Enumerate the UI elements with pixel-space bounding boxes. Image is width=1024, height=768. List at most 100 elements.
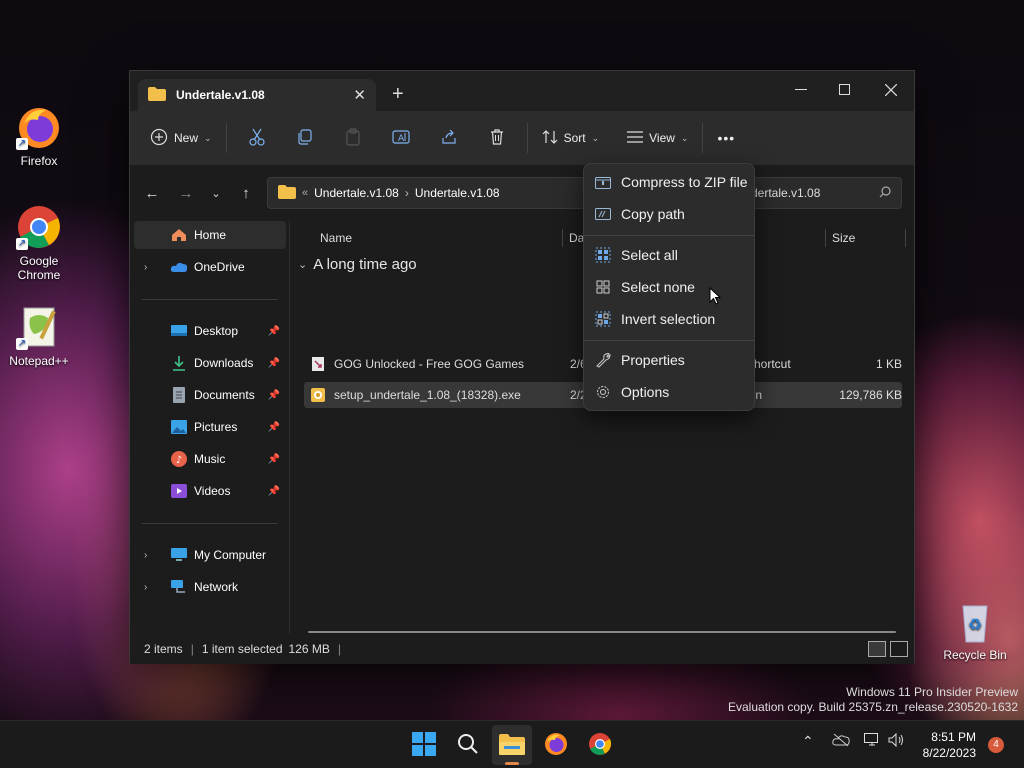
- search-icon: [457, 733, 479, 758]
- start-button[interactable]: [404, 725, 444, 765]
- pin-icon[interactable]: 📌: [268, 422, 280, 433]
- delete-button[interactable]: [473, 121, 521, 155]
- view-button[interactable]: View ⌄: [619, 121, 696, 155]
- sort-button[interactable]: Sort ⌄: [534, 121, 608, 155]
- sidebar-item-downloads[interactable]: Downloads 📌: [134, 349, 286, 377]
- desktop-icon-recycle-bin[interactable]: ♻ Recycle Bin: [938, 598, 1012, 662]
- tiles-view-toggle[interactable]: [890, 641, 908, 657]
- arrow-up-icon: ↑: [242, 184, 250, 202]
- sidebar-item-my-computer[interactable]: › My Computer: [134, 541, 286, 569]
- sidebar-item-documents[interactable]: Documents 📌: [134, 381, 286, 409]
- menu-item-invert-selection[interactable]: Invert selection: [588, 304, 752, 334]
- search-input[interactable]: [751, 186, 871, 200]
- file-size: 129,786 KB: [839, 388, 902, 402]
- menu-item-label: Copy path: [621, 206, 685, 222]
- sidebar-item-music[interactable]: ♪ Music 📌: [134, 445, 286, 473]
- maximize-button[interactable]: [822, 75, 868, 105]
- desktop-icon-firefox[interactable]: ↗ Firefox: [2, 104, 76, 168]
- sidebar-item-label: My Computer: [194, 548, 267, 562]
- network-status-icon[interactable]: [864, 733, 882, 750]
- search-box[interactable]: [742, 177, 902, 209]
- chevron-right-icon[interactable]: ›: [144, 262, 158, 273]
- menu-item-label: Options: [621, 384, 670, 400]
- desktop-icon-notepadpp[interactable]: ↗ Notepad++: [2, 304, 76, 368]
- up-button[interactable]: ↑: [234, 181, 258, 205]
- sidebar-item-home[interactable]: Home: [134, 221, 286, 249]
- details-view-toggle[interactable]: [868, 641, 886, 657]
- column-divider[interactable]: [562, 229, 563, 247]
- onedrive-offline-icon[interactable]: [832, 733, 850, 750]
- search-button[interactable]: [448, 725, 488, 765]
- horizontal-scrollbar[interactable]: [308, 631, 896, 633]
- close-tab-icon[interactable]: ✕: [353, 86, 366, 104]
- desktop-icon-chrome[interactable]: ↗ Google Chrome: [2, 204, 76, 282]
- mouse-cursor-icon: [709, 286, 722, 308]
- cut-button[interactable]: [233, 121, 281, 155]
- column-divider[interactable]: [905, 229, 906, 247]
- menu-item-properties[interactable]: Properties: [588, 345, 752, 375]
- menu-item-compress-zip[interactable]: Compress to ZIP file: [588, 167, 752, 197]
- tab-title: Undertale.v1.08: [176, 88, 265, 102]
- desktop-icon: [170, 323, 188, 339]
- chevron-right-icon[interactable]: ›: [144, 582, 158, 593]
- paste-button[interactable]: [329, 121, 377, 155]
- menu-item-select-all[interactable]: Select all: [588, 240, 752, 270]
- breadcrumb-item[interactable]: Undertale.v1.08: [415, 186, 500, 200]
- rename-button[interactable]: A: [377, 121, 425, 155]
- copy-button[interactable]: [281, 121, 329, 155]
- back-button[interactable]: ←: [140, 181, 164, 205]
- new-tab-button[interactable]: +: [392, 83, 404, 106]
- forward-button[interactable]: →: [174, 181, 198, 205]
- address-row: ← → ⌄ ↑ « Undertale.v1.08 › Undertale.v1…: [130, 165, 914, 221]
- sidebar-item-pictures[interactable]: Pictures 📌: [134, 413, 286, 441]
- pictures-icon: [170, 419, 188, 435]
- chevron-down-icon: ⌄: [591, 132, 600, 143]
- pin-icon[interactable]: 📌: [268, 454, 280, 465]
- chrome-icon: ↗: [16, 204, 62, 250]
- see-more-button[interactable]: •••: [709, 121, 743, 155]
- column-divider[interactable]: [825, 229, 826, 247]
- recycle-bin-icon: ♻: [952, 598, 998, 644]
- watermark-line: Evaluation copy. Build 25375.zn_release.…: [728, 700, 1018, 714]
- show-hidden-icons-chevron-up-icon[interactable]: ⌃: [802, 733, 814, 750]
- pin-icon[interactable]: 📌: [268, 326, 280, 337]
- clock[interactable]: 8:51 PM 8/22/2023: [918, 729, 976, 761]
- pin-icon[interactable]: 📌: [268, 390, 280, 401]
- overflow-chevron[interactable]: «: [302, 187, 308, 199]
- pin-icon[interactable]: 📌: [268, 358, 280, 369]
- sidebar-item-desktop[interactable]: Desktop 📌: [134, 317, 286, 345]
- chevron-down-icon: ⌄: [680, 132, 689, 143]
- file-explorer-taskbar-button[interactable]: [492, 725, 532, 765]
- firefox-taskbar-button[interactable]: [536, 725, 576, 765]
- sidebar-item-onedrive[interactable]: › OneDrive: [134, 253, 286, 281]
- notepadpp-icon: ↗: [16, 304, 62, 350]
- recent-locations-button[interactable]: ⌄: [204, 181, 228, 205]
- rename-icon: A: [391, 129, 410, 148]
- sidebar-separator: [142, 299, 278, 300]
- sidebar-item-videos[interactable]: Videos 📌: [134, 477, 286, 505]
- chevron-right-icon[interactable]: ›: [144, 550, 158, 561]
- menu-item-select-none[interactable]: Select none: [588, 272, 752, 302]
- column-header-size[interactable]: Size: [832, 221, 855, 255]
- new-button[interactable]: New ⌄: [142, 121, 220, 155]
- chrome-taskbar-button[interactable]: [580, 725, 620, 765]
- clipboard-icon: [345, 127, 361, 149]
- sidebar-item-network[interactable]: › Network: [134, 573, 286, 601]
- share-button[interactable]: [425, 121, 473, 155]
- wrench-icon: [594, 351, 612, 369]
- status-bar: 2 items | 1 item selected 126 MB |: [130, 634, 914, 664]
- group-header[interactable]: ⌄ A long time ago: [298, 256, 417, 273]
- tab-undertale[interactable]: Undertale.v1.08 ✕: [138, 79, 376, 111]
- close-window-button[interactable]: [868, 75, 914, 105]
- volume-icon[interactable]: [888, 732, 904, 750]
- column-header-name[interactable]: Name: [320, 221, 352, 255]
- menu-item-copy-path[interactable]: Copy path: [588, 199, 752, 229]
- pin-icon[interactable]: 📌: [268, 486, 280, 497]
- menu-item-options[interactable]: Options: [588, 377, 752, 407]
- breadcrumb-item[interactable]: Undertale.v1.08: [314, 186, 399, 200]
- clock-date: 8/22/2023: [922, 746, 976, 760]
- minimize-button[interactable]: [778, 75, 824, 105]
- view-icon: [627, 130, 644, 146]
- status-divider: |: [337, 642, 342, 656]
- notification-badge[interactable]: 4: [988, 737, 1004, 753]
